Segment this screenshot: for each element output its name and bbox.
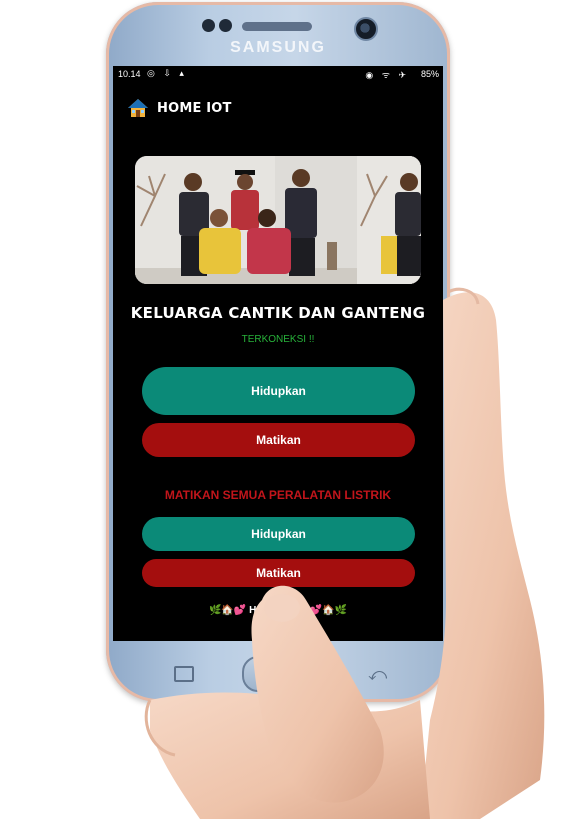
hand-image bbox=[144, 287, 545, 819]
